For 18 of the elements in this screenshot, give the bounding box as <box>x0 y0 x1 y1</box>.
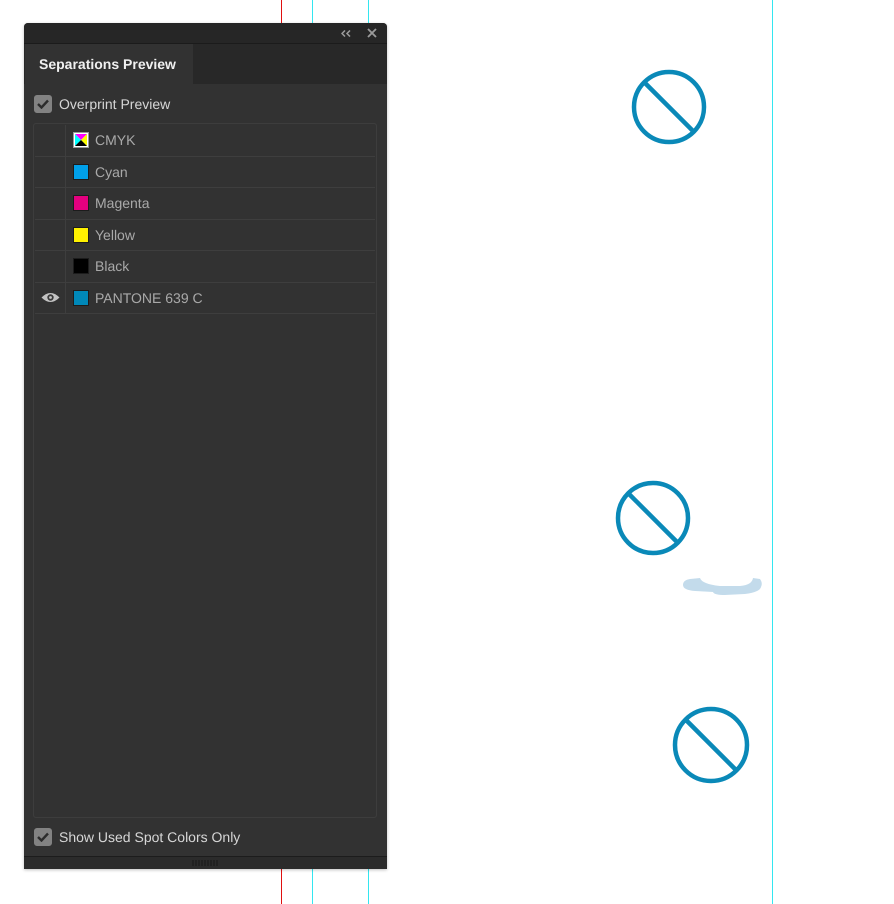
panel-tab[interactable]: Separations Preview <box>25 44 193 84</box>
check-icon <box>37 832 49 842</box>
checkbox-label: Show Used Spot Colors Only <box>59 829 240 845</box>
separation-name: Yellow <box>95 226 135 243</box>
separation-name: Black <box>95 258 130 274</box>
separation-name: Magenta <box>95 195 150 212</box>
check-icon <box>37 98 49 108</box>
process-colors-icon <box>73 132 89 148</box>
close-icon[interactable] <box>367 28 377 38</box>
checkbox-label: Overprint Preview <box>59 96 170 112</box>
separation-name: Cyan <box>95 164 128 180</box>
collapse-icon[interactable] <box>341 30 351 36</box>
resize-bar[interactable] <box>24 856 387 869</box>
checkbox[interactable] <box>34 94 52 112</box>
eye-icon <box>40 292 60 304</box>
separation-name: CMYK <box>95 132 136 148</box>
separation-name: PANTONE 639 C <box>95 290 203 306</box>
checkbox[interactable] <box>34 828 52 846</box>
